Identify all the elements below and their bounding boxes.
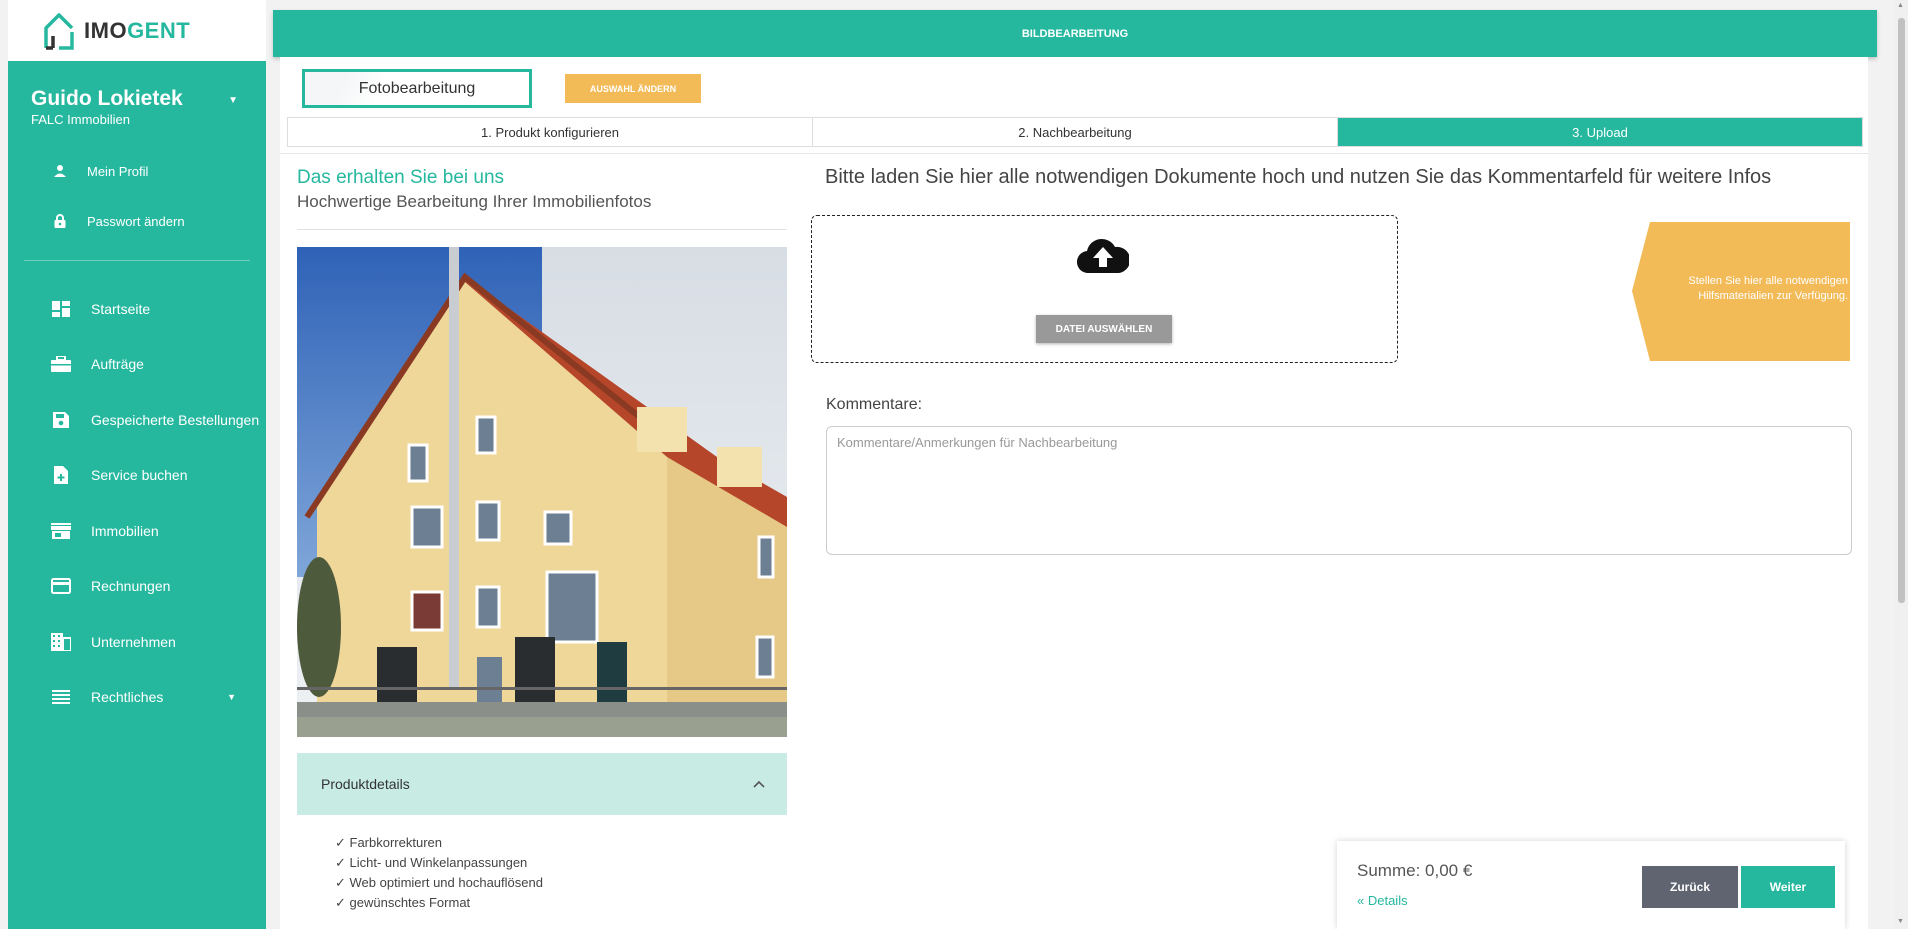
chevron-up-icon <box>753 780 765 788</box>
sidebar-item-label: Passwort ändern <box>87 213 185 229</box>
sidebar-item-label: Mein Profil <box>87 163 149 179</box>
save-icon <box>50 411 72 428</box>
product-info-title: Das erhalten Sie bei uns <box>297 167 505 188</box>
property-photo <box>297 247 787 737</box>
credit-card-icon <box>50 578 72 595</box>
sidebar-item-startseite[interactable]: Startseite <box>8 281 266 337</box>
sidebar-item-label: Startseite <box>91 300 151 317</box>
sidebar-item-label: Aufträge <box>91 356 144 373</box>
sidebar: IMOGENT Guido Lokietek FALC Immobilien ▼… <box>8 0 266 929</box>
product-details-accordion[interactable]: Produktdetails <box>297 753 787 815</box>
hint-text: Stellen Sie hier alle notwendigen Hilfsm… <box>1688 275 1848 302</box>
sidebar-item-gespeicherte-bestellungen[interactable]: Gespeicherte Bestellungen <box>8 392 266 448</box>
accordion-label: Produktdetails <box>321 776 410 792</box>
product-details-list: ✓ Farbkorrekturen ✓ Licht- und Winkelanp… <box>297 815 787 913</box>
step-3[interactable]: 3. Upload <box>1338 118 1862 146</box>
dashboard-icon <box>50 300 72 317</box>
sidebar-item-label: Immobilien <box>91 522 159 539</box>
add-document-icon <box>50 466 72 485</box>
person-icon <box>52 164 68 178</box>
brand-name: IMOGENT <box>84 17 191 43</box>
divider <box>297 229 787 230</box>
list-item: ✓ Licht- und Winkelanpassungen <box>335 855 528 870</box>
lock-icon <box>52 214 68 228</box>
logo[interactable]: IMOGENT <box>8 0 266 61</box>
choose-file-button[interactable]: DATEI AUSWÄHLEN <box>1036 315 1172 343</box>
sidebar-item-label: Rechnungen <box>91 578 171 595</box>
sidebar-item-service-buchen[interactable]: Service buchen <box>8 448 266 504</box>
store-icon <box>50 522 72 539</box>
scroll-down-icon[interactable]: ▼ <box>1897 918 1904 925</box>
logo-house-icon <box>44 12 74 50</box>
product-info-subtitle: Hochwertige Bearbeitung Ihrer Immobilien… <box>297 192 652 211</box>
list-item: ✓ Farbkorrekturen <box>335 835 442 850</box>
step-indicator: 1. Produkt konfigurieren 2. Nachbearbeit… <box>287 117 1863 147</box>
cloud-upload-icon <box>1077 238 1129 274</box>
sidebar-item-unternehmen[interactable]: Unternehmen <box>8 614 266 670</box>
divider <box>280 153 1868 154</box>
user-name: Guido Lokietek <box>31 87 183 110</box>
sidebar-item-label: Service buchen <box>91 467 188 484</box>
list-icon <box>50 690 72 705</box>
user-company: FALC Immobilien <box>31 112 130 127</box>
step-1[interactable]: 1. Produkt konfigurieren <box>288 118 813 146</box>
comments-label: Kommentare: <box>826 396 923 413</box>
page-title: BILDBEARBEITUNG <box>1021 27 1129 40</box>
sidebar-item-rechnungen[interactable]: Rechnungen <box>8 559 266 615</box>
sidebar-item-label: Rechtliches <box>91 689 164 706</box>
scrollbar[interactable]: ▲ ▼ <box>1895 0 1908 929</box>
sidebar-item-profile[interactable]: Mein Profil <box>8 146 266 196</box>
upload-dropzone[interactable]: DATEI AUSWÄHLEN <box>811 215 1398 363</box>
user-menu[interactable]: Guido Lokietek FALC Immobilien ▼ <box>8 61 266 146</box>
back-button[interactable]: Zurück <box>1642 866 1738 908</box>
building-icon <box>50 632 72 651</box>
product-info-panel: Das erhalten Sie bei uns Hochwertige Bea… <box>297 167 787 913</box>
step-2[interactable]: 2. Nachbearbeitung <box>813 118 1338 146</box>
list-item: ✓ Web optimiert und hochauflösend <box>335 875 543 890</box>
caret-down-icon: ▼ <box>227 692 236 703</box>
details-link[interactable]: « Details <box>1357 893 1408 908</box>
sidebar-item-immobilien[interactable]: Immobilien <box>8 503 266 559</box>
total-sum: Summe: 0,00 € <box>1357 861 1473 880</box>
caret-down-icon: ▼ <box>228 95 238 106</box>
sidebar-item-password[interactable]: Passwort ändern <box>8 196 266 246</box>
sidebar-divider <box>24 260 250 261</box>
sidebar-item-auftraege[interactable]: Aufträge <box>8 337 266 393</box>
upload-title: Bitte laden Sie hier alle notwendigen Do… <box>825 166 1772 188</box>
selected-product-label: Fotobearbeitung <box>358 79 476 97</box>
selected-product[interactable]: Fotobearbeitung <box>302 69 532 108</box>
main-content: Fotobearbeitung AUSWAHL ÄNDERN 1. Produk… <box>280 57 1868 929</box>
summary-card: Summe: 0,00 € « Details Zurück Weiter <box>1337 841 1845 929</box>
change-selection-button[interactable]: AUSWAHL ÄNDERN <box>565 74 701 103</box>
comments-field[interactable] <box>826 426 1852 555</box>
sidebar-item-rechtliches[interactable]: Rechtliches ▼ <box>8 670 266 726</box>
scroll-up-icon[interactable]: ▲ <box>1897 2 1904 9</box>
sidebar-item-label: Gespeicherte Bestellungen <box>91 411 260 428</box>
briefcase-icon <box>50 356 72 373</box>
sidebar-item-label: Unternehmen <box>91 633 176 650</box>
page-header: BILDBEARBEITUNG <box>273 10 1877 57</box>
list-item: ✓ gewünschtes Format <box>335 895 471 910</box>
next-button[interactable]: Weiter <box>1741 866 1835 908</box>
scroll-thumb[interactable] <box>1898 18 1905 603</box>
